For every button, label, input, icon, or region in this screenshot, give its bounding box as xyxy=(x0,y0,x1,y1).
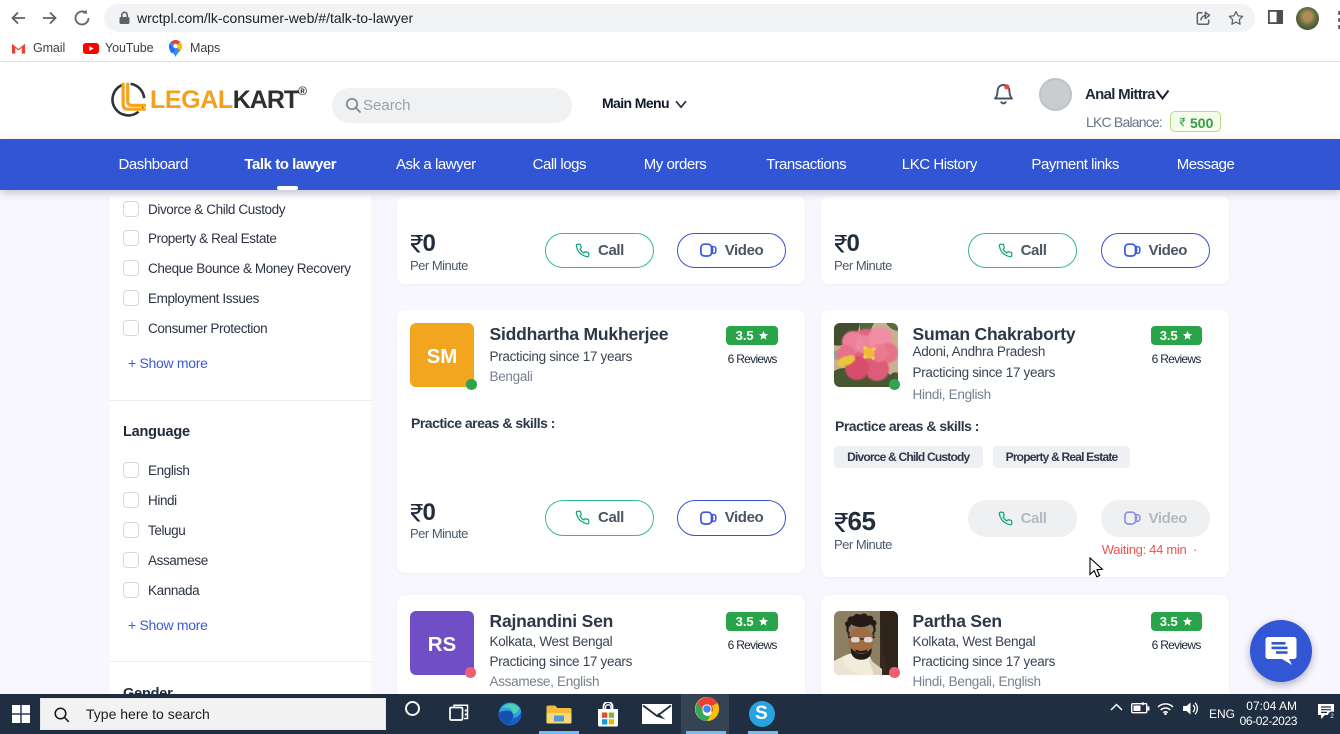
svg-text:2: 2 xyxy=(1330,713,1334,720)
